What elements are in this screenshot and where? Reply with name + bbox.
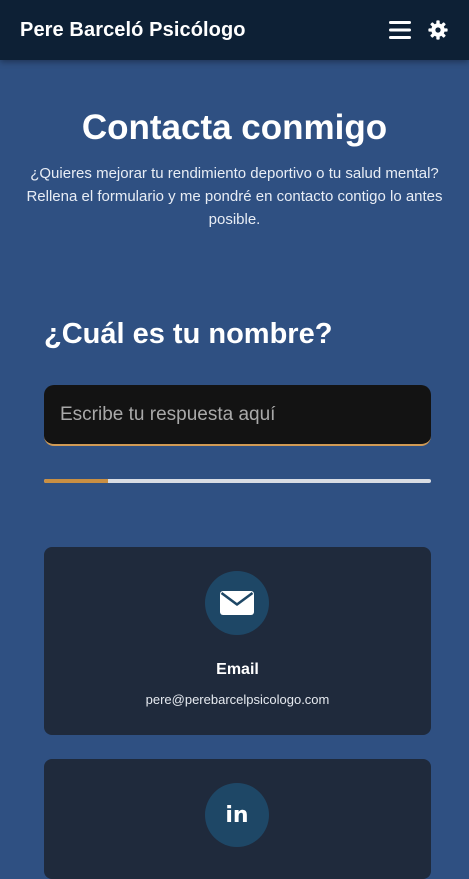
gear-icon[interactable] xyxy=(427,19,449,41)
form-progress-bar xyxy=(44,479,431,483)
envelope-icon xyxy=(220,591,254,615)
linkedin-icon[interactable]: in xyxy=(205,783,269,847)
hamburger-menu-icon[interactable] xyxy=(389,19,411,41)
form-question: ¿Cuál es tu nombre? xyxy=(44,318,333,350)
page-description: ¿Quieres mejorar tu rendimiento deportiv… xyxy=(26,165,443,228)
email-address[interactable]: pere@perebarcelpsicologo.com xyxy=(44,691,431,709)
email-icon-circle xyxy=(205,571,269,635)
email-contact-card[interactable]: Email pere@perebarcelpsicologo.com xyxy=(44,547,431,735)
linkedin-contact-card[interactable]: in xyxy=(44,759,431,879)
email-card-title: Email xyxy=(216,661,259,678)
linkedin-icon-label: in xyxy=(225,802,249,828)
site-brand[interactable]: Pere Barceló Psicólogo xyxy=(20,19,246,42)
form-progress-fill xyxy=(44,479,108,483)
page-title: Contacta conmigo xyxy=(81,108,388,147)
top-navigation-bar: Pere Barceló Psicólogo xyxy=(0,0,469,60)
answer-input[interactable] xyxy=(44,385,431,446)
contact-hero: Contacta conmigo ¿Quieres mejorar tu ren… xyxy=(0,104,469,231)
topbar-actions xyxy=(389,19,449,41)
